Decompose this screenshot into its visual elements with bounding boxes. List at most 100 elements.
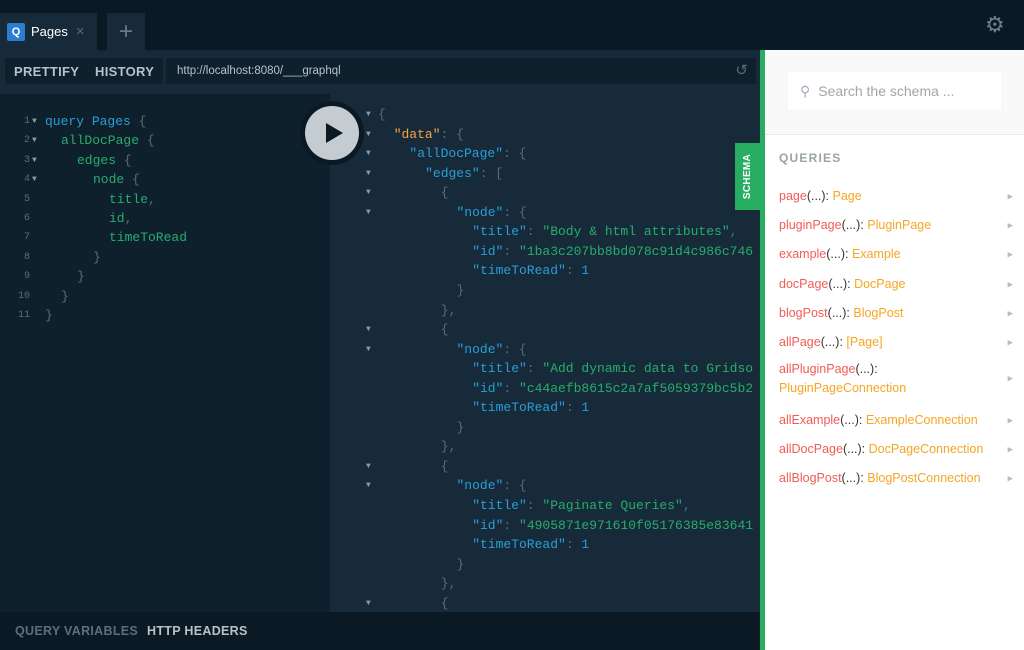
schema-panel: ⚲ QUERIES page(...): Page▶ pluginPage(...… bbox=[765, 50, 1024, 650]
schema-tab-button[interactable]: SCHEMA bbox=[735, 143, 760, 210]
line-number: 1 bbox=[23, 116, 30, 127]
fold-arrow-icon[interactable]: ▼ bbox=[366, 325, 371, 334]
json-token: 1 bbox=[581, 263, 590, 279]
fold-arrow-icon[interactable]: ▼ bbox=[366, 169, 371, 178]
json-token: : bbox=[565, 400, 582, 416]
schema-query-item[interactable]: example(...): Example ▶ bbox=[779, 245, 1019, 264]
json-token: : { bbox=[503, 478, 527, 494]
schema-query-item[interactable]: allPage(...): [Page] ▶ bbox=[779, 333, 1019, 352]
schema-query-item[interactable]: allDocPage(...): DocPageConnection ▶ bbox=[779, 440, 1019, 459]
code-token: title bbox=[109, 191, 149, 207]
endpoint-url: http://localhost:8080/___graphql bbox=[177, 65, 341, 77]
fold-arrow-icon[interactable]: ▼ bbox=[366, 462, 371, 471]
json-token: : bbox=[526, 224, 543, 240]
query-variables-tab[interactable]: QUERY VARIABLES bbox=[15, 624, 138, 638]
code-token: Pages bbox=[91, 114, 131, 129]
schema-query-item[interactable]: allBlogPost(...): BlogPostConnection ▶ bbox=[779, 469, 1019, 488]
gear-icon[interactable]: ⚙ bbox=[985, 12, 1005, 38]
json-token: { bbox=[440, 185, 449, 201]
result-line: { bbox=[441, 320, 449, 340]
query-line: 2 ▼ allDocPage { bbox=[0, 131, 330, 150]
schema-query-item[interactable]: docPage(...): DocPage ▶ bbox=[779, 275, 1019, 294]
code-token: { bbox=[124, 172, 140, 188]
history-button[interactable]: HISTORY bbox=[86, 58, 164, 84]
json-token: "node" bbox=[456, 478, 504, 494]
search-icon: ⚲ bbox=[800, 82, 811, 99]
json-token: "timeToRead" bbox=[472, 537, 566, 553]
fold-arrow-icon[interactable]: ▼ bbox=[32, 170, 37, 189]
schema-query-item[interactable]: allPluginPage(...): PluginPageConnection… bbox=[779, 360, 1019, 398]
fold-arrow-icon[interactable]: ▼ bbox=[32, 131, 37, 150]
schema-query-item[interactable]: blogPost(...): BlogPost ▶ bbox=[779, 304, 1019, 323]
json-token: }, bbox=[440, 439, 457, 455]
line-number: 7 bbox=[23, 232, 30, 244]
result-line: { bbox=[441, 594, 449, 612]
json-token: "c44aefb8615c2a7af5059379bc5b2 bbox=[519, 380, 754, 396]
chevron-right-icon: ▶ bbox=[1007, 375, 1013, 383]
json-token: "timeToRead" bbox=[472, 263, 566, 279]
schema-query-item[interactable]: pluginPage(...): PluginPage ▶ bbox=[779, 216, 1019, 235]
fold-arrow-icon[interactable]: ▼ bbox=[366, 599, 371, 608]
json-token: "id" bbox=[472, 243, 504, 259]
query-name: blogPost bbox=[779, 306, 828, 320]
http-headers-tab[interactable]: HTTP HEADERS bbox=[147, 624, 248, 638]
code-token: edges bbox=[77, 152, 117, 168]
result-line: "node": { bbox=[457, 340, 527, 360]
fold-arrow-icon[interactable]: ▼ bbox=[366, 110, 371, 119]
query-line: 1 ▼ query Pages { bbox=[0, 112, 330, 131]
chevron-right-icon: ▶ bbox=[1007, 475, 1013, 482]
close-icon[interactable]: × bbox=[76, 23, 85, 40]
query-args: (...): bbox=[827, 306, 854, 320]
fold-arrow-icon[interactable]: ▼ bbox=[366, 130, 371, 139]
json-token: } bbox=[456, 282, 465, 298]
json-token: { bbox=[440, 595, 449, 611]
result-line: { bbox=[441, 183, 449, 203]
code-token: allDocPage bbox=[61, 133, 140, 149]
execute-query-button[interactable] bbox=[300, 101, 364, 165]
json-token: : bbox=[526, 361, 543, 377]
fold-arrow-icon[interactable]: ▼ bbox=[366, 188, 371, 197]
line-number: 4 bbox=[23, 174, 30, 186]
result-line: } bbox=[457, 281, 465, 301]
fold-arrow-icon[interactable]: ▼ bbox=[366, 208, 371, 217]
json-token: : bbox=[503, 380, 520, 396]
schema-search[interactable]: ⚲ bbox=[787, 71, 1002, 111]
schema-query-item[interactable]: page(...): Page ▶ bbox=[779, 187, 1019, 206]
result-line: "title": "Add dynamic data to Gridso bbox=[472, 359, 753, 379]
fold-arrow-icon[interactable]: ▼ bbox=[366, 481, 371, 490]
query-line: 8} bbox=[0, 248, 330, 267]
tab-pages[interactable]: Q Pages × bbox=[0, 13, 97, 50]
result-line: "edges": [ bbox=[425, 164, 503, 184]
schema-search-input[interactable] bbox=[818, 83, 989, 99]
query-line: 6 id, bbox=[0, 209, 330, 228]
json-token: "id" bbox=[472, 380, 504, 396]
prettify-button[interactable]: PRETTIFY bbox=[5, 58, 89, 84]
query-type: Page bbox=[832, 189, 862, 203]
json-token: "timeToRead" bbox=[472, 400, 566, 416]
json-token: "allDocPage" bbox=[409, 146, 504, 162]
json-token: { bbox=[440, 322, 449, 338]
schema-query-item[interactable]: allExample(...): ExampleConnection ▶ bbox=[779, 411, 1019, 430]
query-editor[interactable]: 1 ▼ query Pages {2 ▼ allDocPage {3 ▼ edges {4 ▼… bbox=[0, 94, 330, 612]
new-tab-button[interactable]: + bbox=[107, 13, 145, 50]
json-token: "1ba3c207bb8bd078c91d4c986c746 bbox=[519, 243, 754, 259]
query-type: BlogPost bbox=[853, 306, 904, 320]
fold-arrow-icon[interactable]: ▼ bbox=[32, 151, 37, 170]
query-name: docPage bbox=[779, 277, 829, 291]
fold-arrow-icon[interactable]: ▼ bbox=[32, 112, 37, 131]
tab-title: Pages bbox=[31, 24, 68, 39]
editor-toolbar: PRETTIFY HISTORY http://localhost:8080/_… bbox=[0, 50, 760, 94]
queries-heading: QUERIES bbox=[779, 151, 842, 165]
fold-arrow-icon[interactable]: ▼ bbox=[366, 345, 371, 354]
endpoint-url-input[interactable]: http://localhost:8080/___graphql ↺ bbox=[166, 58, 756, 84]
json-token: { bbox=[378, 107, 386, 122]
code-token: node bbox=[93, 172, 125, 188]
json-token: "Paginate Queries" bbox=[542, 498, 683, 513]
result-line: }, bbox=[441, 574, 457, 594]
fold-arrow-icon[interactable]: ▼ bbox=[366, 149, 371, 158]
json-token: : bbox=[503, 243, 520, 259]
reload-icon[interactable]: ↺ bbox=[735, 61, 748, 79]
query-line: 11} bbox=[0, 306, 330, 325]
line-number: 11 bbox=[17, 310, 30, 321]
result-line: "title": "Body & html attributes", bbox=[472, 222, 737, 242]
